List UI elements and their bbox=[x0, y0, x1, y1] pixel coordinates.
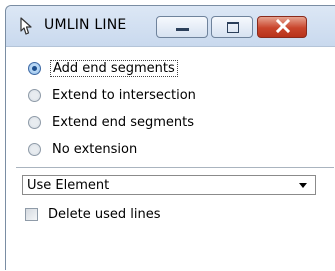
chevron-down-icon[interactable] bbox=[299, 182, 307, 188]
window-title: UMLIN LINE bbox=[44, 17, 127, 33]
minimize-button[interactable] bbox=[156, 16, 208, 38]
option-label: Add end segments bbox=[50, 59, 178, 77]
radio-button[interactable] bbox=[28, 61, 41, 75]
option-no-extension[interactable]: No extension bbox=[28, 138, 139, 160]
checkbox-label: Delete used lines bbox=[48, 206, 161, 222]
option-extend-end-segments[interactable]: Extend end segments bbox=[28, 111, 196, 133]
option-add-end-segments[interactable]: Add end segments bbox=[28, 57, 178, 79]
radio-button[interactable] bbox=[28, 115, 41, 129]
radio-button[interactable] bbox=[28, 88, 41, 102]
select-value: Use Element bbox=[27, 177, 110, 193]
minimize-icon bbox=[176, 28, 189, 31]
option-extend-to-intersection[interactable]: Extend to intersection bbox=[28, 84, 198, 106]
maximize-icon bbox=[227, 22, 239, 33]
option-label: Extend end segments bbox=[52, 114, 195, 130]
dialog-window: UMLIN LINE Add end segments Extend to in… bbox=[5, 5, 335, 271]
delete-used-lines-checkbox[interactable] bbox=[25, 207, 38, 221]
close-icon bbox=[275, 18, 291, 34]
close-button[interactable] bbox=[257, 16, 307, 38]
mouse-pointer-icon bbox=[20, 17, 32, 35]
section-divider bbox=[16, 167, 334, 168]
option-label: Extend to intersection bbox=[52, 87, 196, 103]
dialog-content: Add end segments Extend to intersection … bbox=[6, 47, 335, 271]
option-label: No extension bbox=[52, 141, 138, 157]
maximize-button[interactable] bbox=[211, 16, 253, 38]
radio-button[interactable] bbox=[28, 142, 41, 156]
title-bar[interactable]: UMLIN LINE bbox=[6, 6, 335, 47]
delete-used-lines-option[interactable]: Delete used lines bbox=[25, 204, 160, 224]
element-select[interactable]: Use Element bbox=[22, 175, 316, 195]
